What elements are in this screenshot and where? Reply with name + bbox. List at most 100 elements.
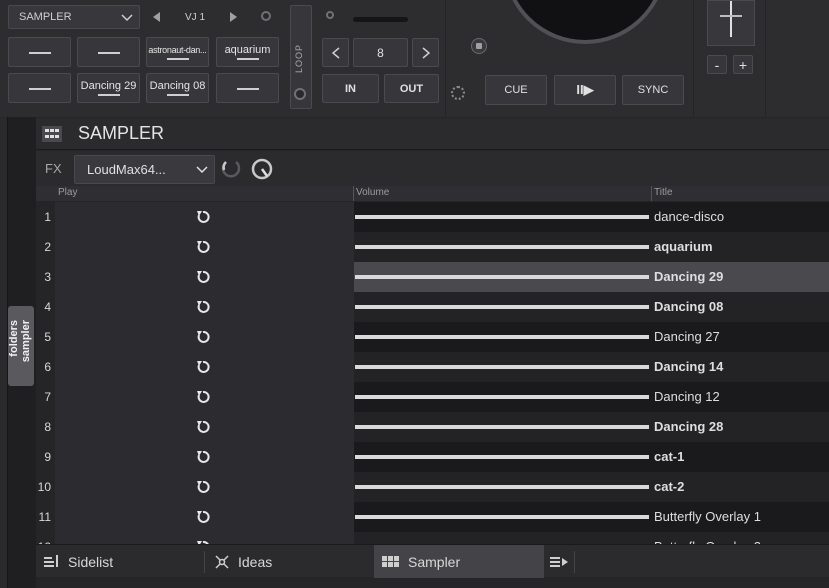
loop-length-display[interactable]: 8 (353, 38, 408, 67)
pitch-plus-button[interactable]: + (733, 55, 753, 74)
sample-title: cat-1 (654, 449, 685, 464)
tab-menu-button[interactable] (544, 545, 574, 578)
play-cell (55, 292, 354, 322)
sampler-bank-select[interactable]: SAMPLER (8, 5, 140, 29)
loop-in-button[interactable]: IN (322, 74, 379, 103)
tempo-reset-button[interactable] (471, 38, 487, 54)
volume-slider[interactable] (354, 232, 652, 262)
volume-slider[interactable] (354, 292, 652, 322)
column-title[interactable]: Title (654, 187, 673, 198)
sample-row[interactable]: 2 aquarium (36, 232, 829, 262)
loop-toggle[interactable]: LOOP (290, 5, 312, 109)
cue-button[interactable]: CUE (485, 75, 547, 105)
play-cell (55, 412, 354, 442)
volume-slider[interactable] (354, 202, 652, 232)
chevron-down-icon (196, 166, 208, 174)
sampler-title-bar: SAMPLER (36, 118, 829, 150)
pitch-slider[interactable] (707, 0, 755, 46)
replay-icon[interactable] (196, 480, 210, 494)
sample-pad[interactable]: aquarium (216, 37, 279, 67)
replay-icon[interactable] (196, 240, 210, 254)
volume-level-bar (355, 485, 649, 489)
tab-sampler[interactable]: Sampler (374, 545, 544, 578)
volume-slider[interactable] (354, 352, 652, 382)
volume-level-bar (355, 305, 649, 309)
sample-title: Dancing 14 (654, 359, 724, 374)
loop-out-button[interactable]: OUT (384, 74, 439, 103)
fx-bar: FX LoudMax64... (36, 151, 829, 186)
loop-label: LOOP (294, 44, 304, 74)
volume-level-bar (355, 365, 649, 369)
sample-row[interactable]: 7 Dancing 12 (36, 382, 829, 412)
replay-icon[interactable] (196, 360, 210, 374)
sample-row[interactable]: 9 cat-1 (36, 442, 829, 472)
volume-level-bar (355, 455, 649, 459)
play-pause-button[interactable]: II▶ (554, 75, 616, 105)
column-play[interactable]: Play (58, 187, 77, 198)
next-arrow-icon[interactable] (230, 12, 238, 22)
row-number: 10 (37, 480, 51, 494)
tab-ideas[interactable]: Ideas (206, 545, 374, 578)
pitch-minus-button[interactable]: - (707, 55, 727, 74)
sample-row[interactable]: 4 Dancing 08 (36, 292, 829, 322)
sample-row[interactable]: 12 Butterfly Overlay 2 (36, 532, 829, 544)
sample-row[interactable]: 1 dance-disco (36, 202, 829, 232)
volume-slider[interactable] (354, 442, 652, 472)
replay-icon[interactable] (196, 330, 210, 344)
volume-slider[interactable] (354, 262, 652, 292)
replay-icon[interactable] (196, 390, 210, 404)
volume-slider[interactable] (354, 472, 652, 502)
loop-progress-bar (353, 17, 408, 22)
play-cell (55, 442, 354, 472)
volume-level-bar (355, 395, 649, 399)
tab-sidelist[interactable]: Sidelist (36, 545, 204, 578)
volume-slider[interactable] (354, 412, 652, 442)
sample-pad[interactable] (77, 37, 140, 67)
play-cell (55, 322, 354, 352)
sample-pad-underline (97, 94, 120, 96)
list-arrow-icon (550, 556, 568, 567)
loop-next-button[interactable] (412, 38, 439, 67)
sample-pad[interactable]: Dancing 08 (146, 73, 209, 103)
replay-icon[interactable] (196, 420, 210, 434)
play-cell (55, 202, 354, 232)
sample-pad[interactable] (8, 37, 71, 67)
sample-row[interactable]: 10 cat-2 (36, 472, 829, 502)
replay-icon[interactable] (196, 270, 210, 284)
sample-title: Dancing 28 (654, 419, 724, 434)
gear-icon[interactable] (451, 86, 465, 100)
sample-pad-underline (28, 88, 51, 90)
prev-arrow-icon[interactable] (153, 12, 161, 22)
sample-pad-underline (236, 58, 259, 60)
sample-pad[interactable] (216, 73, 279, 103)
replay-icon[interactable] (196, 300, 210, 314)
sample-row[interactable]: 11 Butterfly Overlay 1 (36, 502, 829, 532)
fx-knob-icon[interactable] (250, 157, 274, 181)
sample-pad-underline (97, 52, 120, 54)
vj-indicator-dot[interactable] (261, 11, 271, 21)
volume-slider[interactable] (354, 532, 652, 544)
sample-title: Butterfly Overlay 2 (654, 532, 761, 544)
sample-row[interactable]: 8 Dancing 28 (36, 412, 829, 442)
sample-row[interactable]: 3 Dancing 29 (36, 262, 829, 292)
sample-row[interactable]: 5 Dancing 27 (36, 322, 829, 352)
fx-select[interactable]: LoudMax64... (74, 155, 215, 184)
replay-icon[interactable] (196, 210, 210, 224)
sample-row[interactable]: 6 Dancing 14 (36, 352, 829, 382)
sample-pad[interactable] (8, 73, 71, 103)
replay-icon[interactable] (196, 450, 210, 464)
loop-prev-button[interactable] (322, 38, 349, 67)
fx-power-icon[interactable] (220, 158, 242, 180)
sync-button[interactable]: SYNC (622, 75, 684, 105)
play-cell (55, 352, 354, 382)
volume-slider[interactable] (354, 502, 652, 532)
replay-icon[interactable] (196, 510, 210, 524)
volume-level-bar (355, 425, 649, 429)
loop-dot (294, 88, 306, 100)
volume-slider[interactable] (354, 322, 652, 352)
volume-slider[interactable] (354, 382, 652, 412)
grid-icon (382, 555, 399, 567)
column-volume[interactable]: Volume (356, 187, 389, 198)
sample-pad[interactable]: astronaut-dan... (146, 37, 209, 67)
sample-pad[interactable]: Dancing 29 (77, 73, 140, 103)
